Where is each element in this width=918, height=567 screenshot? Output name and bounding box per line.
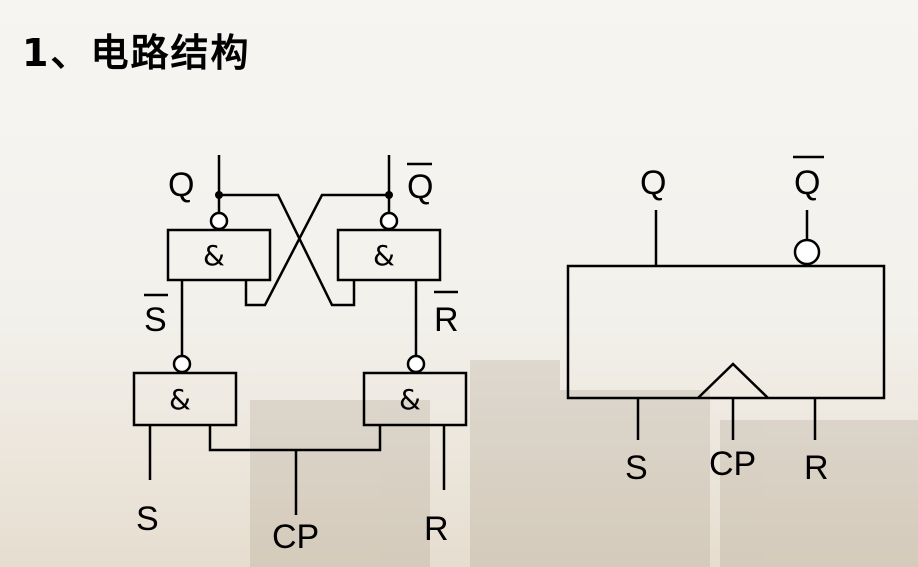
inversion-bubble (379, 211, 399, 231)
label-s-bar: S (144, 301, 167, 339)
inversion-bubble (172, 354, 192, 374)
gate-label-top-left: & (203, 239, 225, 272)
label-cp: CP (709, 445, 756, 483)
label-r-bar: R (434, 301, 459, 339)
label-q-bar: Q (794, 164, 820, 202)
label-s: S (625, 449, 648, 487)
inversion-bubble (209, 211, 229, 231)
label-q: Q (640, 164, 666, 202)
label-r: R (804, 449, 829, 487)
label-r: R (424, 510, 449, 548)
gated-sr-latch: & & & & Q Q S R S CP R (132, 155, 468, 556)
label-cp: CP (272, 518, 319, 556)
label-q-bar: Q (407, 168, 433, 206)
cp-bus-wire (208, 425, 382, 452)
feedback-wire-q-bar (244, 193, 389, 307)
circuit-diagram: & & & & Q Q S R S CP R Q Q S CP R (132, 155, 886, 556)
label-q: Q (168, 166, 194, 204)
inversion-bubble (406, 354, 426, 374)
inversion-bubble (793, 238, 821, 266)
gate-label-bottom-right: & (399, 383, 421, 416)
flip-flop-box (566, 264, 886, 400)
flip-flop-symbol: Q Q S CP R (566, 155, 886, 487)
label-s: S (136, 500, 159, 538)
gate-label-top-right: & (373, 239, 395, 272)
gate-label-bottom-left: & (169, 383, 191, 416)
clock-triangle-icon (697, 362, 769, 399)
feedback-wire-q (219, 193, 356, 307)
